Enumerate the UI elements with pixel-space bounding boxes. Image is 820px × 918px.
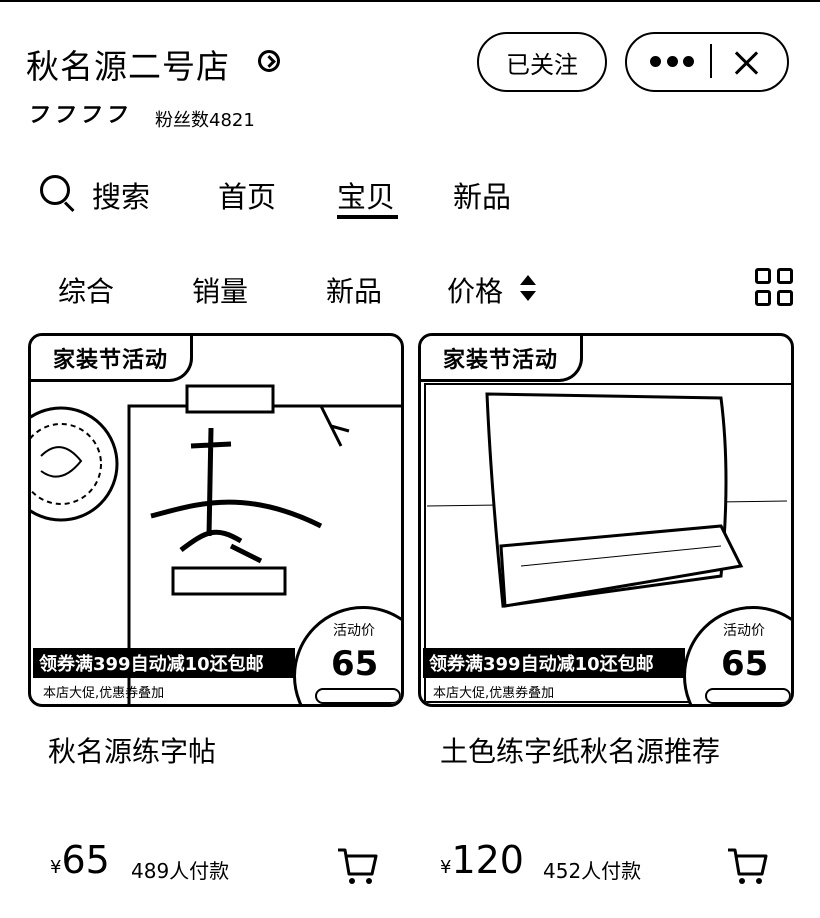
promo-banner: 领券满399自动减10还包邮 — [423, 648, 685, 678]
rating-glyph: フ — [51, 103, 79, 128]
product-price: ¥120 — [440, 838, 524, 882]
price-tag: 65 — [721, 644, 769, 684]
rating-glyph: フ — [103, 103, 131, 128]
mini-pill — [315, 688, 401, 704]
product-title[interactable]: 秋名源练字帖 — [48, 730, 216, 770]
currency-symbol: ¥ — [50, 857, 62, 878]
price-label: 活动价 — [723, 623, 765, 639]
rating-glyph: フ — [77, 103, 105, 128]
product-image[interactable]: 家装节活动 活动价 65 领券满399自动减10还包邮 本店大促,优惠券叠加 — [28, 333, 404, 707]
sort-sales[interactable]: 销量 — [192, 270, 248, 310]
search-tab[interactable]: 搜索 — [92, 174, 150, 216]
product-title[interactable]: 土色练字纸秋名源推荐 — [440, 730, 720, 770]
mini-pill — [705, 688, 791, 704]
paid-count: 489人付款 — [131, 859, 230, 883]
promo-badge: 家装节活动 — [421, 336, 583, 382]
price-label: 活动价 — [333, 623, 375, 639]
active-tab-indicator — [337, 215, 398, 219]
fans-count: 粉丝数4821 — [155, 110, 255, 131]
product-image[interactable]: 家装节活动 活动价 65 领券满399自动减10还包邮 本店大促,优惠券叠加 — [418, 333, 794, 707]
product-price: ¥65 — [50, 838, 110, 882]
currency-symbol: ¥ — [440, 857, 452, 878]
price-value: 120 — [451, 838, 524, 882]
close-icon[interactable] — [733, 50, 759, 76]
cart-icon[interactable] — [726, 846, 768, 886]
price-value: 65 — [61, 838, 110, 882]
tab-items[interactable]: 宝贝 — [337, 174, 395, 216]
rating-glyph: フ — [25, 103, 53, 128]
shop-name[interactable]: 秋名源二号店 — [26, 40, 230, 88]
grid-view-icon[interactable] — [755, 268, 793, 306]
sort-new[interactable]: 新品 — [326, 270, 382, 310]
price-tag: 65 — [331, 644, 379, 684]
sort-arrows-icon[interactable] — [520, 275, 536, 303]
capsule-divider — [710, 44, 712, 78]
sort-price[interactable]: 价格 — [447, 270, 503, 310]
more-icon[interactable] — [650, 56, 694, 68]
follow-button[interactable]: 已关注 — [477, 32, 607, 92]
promo-banner: 领券满399自动减10还包邮 — [33, 648, 295, 678]
shop-rating: フ フ フ フ — [25, 103, 131, 128]
chevron-right-circle-icon[interactable] — [258, 50, 280, 72]
promo-subtext: 本店大促,优惠券叠加 — [433, 686, 555, 701]
cart-icon[interactable] — [336, 846, 378, 886]
promo-badge: 家装节活动 — [31, 336, 193, 382]
tab-home[interactable]: 首页 — [218, 174, 276, 216]
tab-new[interactable]: 新品 — [453, 174, 511, 216]
search-icon[interactable] — [40, 175, 78, 213]
paid-count: 452人付款 — [543, 859, 642, 883]
sort-overall[interactable]: 综合 — [58, 270, 114, 310]
promo-subtext: 本店大促,优惠券叠加 — [43, 686, 165, 701]
top-border — [0, 0, 820, 2]
